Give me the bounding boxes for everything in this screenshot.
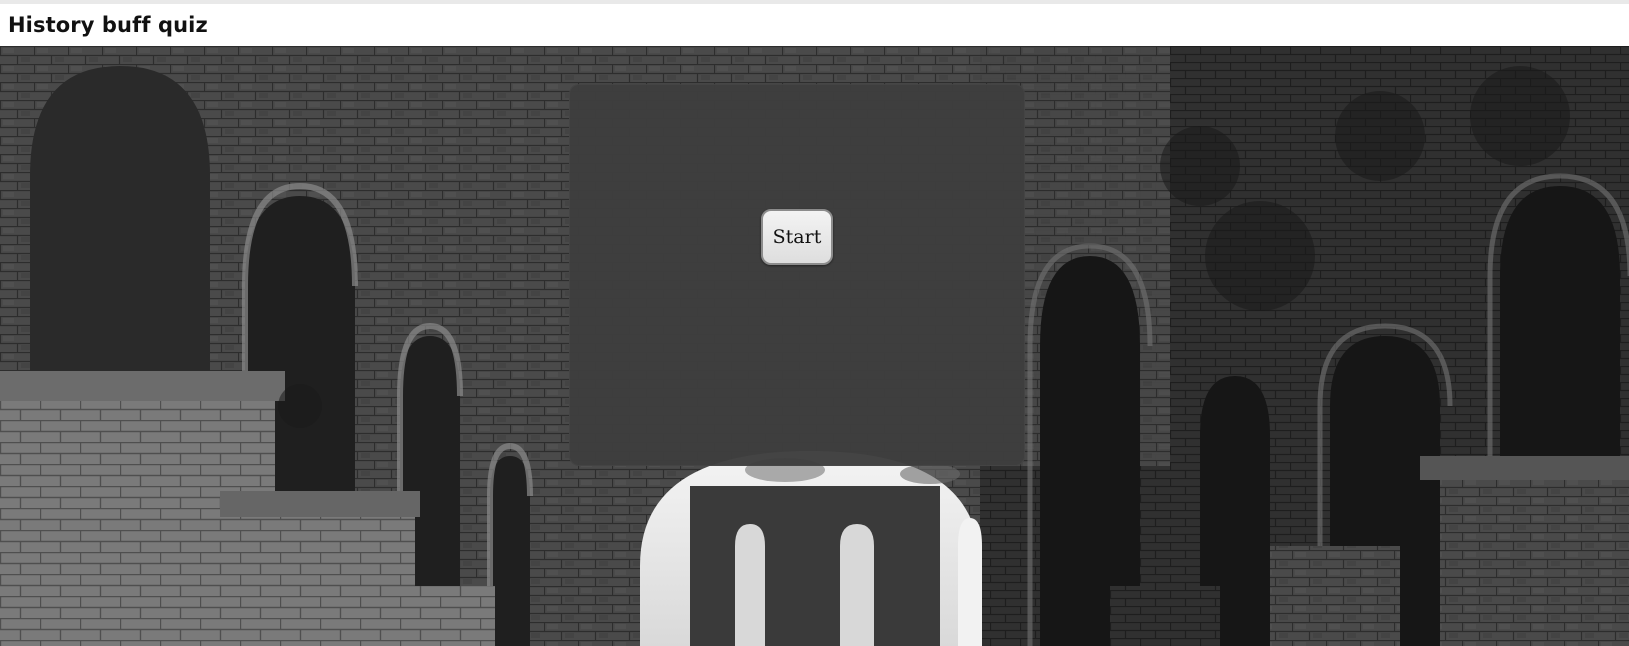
page-header: History buff quiz — [0, 4, 1629, 46]
quiz-panel — [569, 84, 1025, 466]
quiz-stage: Start — [0, 46, 1629, 646]
start-button[interactable]: Start — [761, 209, 833, 265]
page-title: History buff quiz — [8, 13, 208, 37]
